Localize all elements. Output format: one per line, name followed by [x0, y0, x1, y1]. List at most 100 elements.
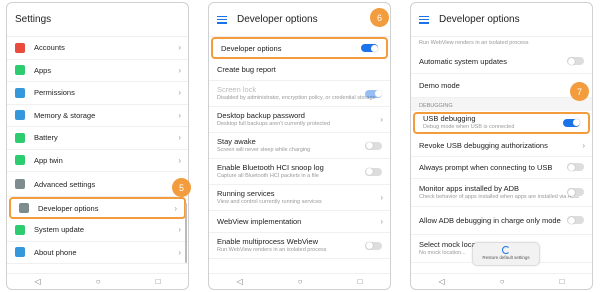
chevron-right-icon: › [178, 43, 181, 53]
developer-options-debug-screen: Developer options Run WebView renders in… [410, 2, 593, 290]
home-icon[interactable]: ○ [96, 277, 101, 286]
dev-option-sub: Run WebView renders in an isolated proce… [217, 247, 327, 254]
dev-option-sub: Desktop full backups aren't currently pr… [217, 121, 330, 128]
dev-header: Developer options [411, 3, 592, 37]
toggle-switch[interactable] [365, 89, 382, 98]
dev-option-text: Developer options [221, 44, 281, 53]
dev-option-row[interactable]: WebView implementation › [209, 211, 390, 233]
toast-label: Restore default settings [482, 255, 530, 260]
settings-item[interactable]: Developer options › [9, 197, 186, 219]
settings-item[interactable]: Permissions › [7, 82, 188, 105]
settings-item[interactable]: Battery › [7, 127, 188, 150]
settings-item[interactable]: Apps › [7, 60, 188, 82]
toggle-switch[interactable] [365, 141, 382, 150]
recent-apps-icon[interactable]: □ [358, 277, 363, 286]
gear-icon [15, 179, 25, 189]
settings-item[interactable]: Accounts › [7, 37, 188, 60]
toggle-switch[interactable] [567, 188, 584, 197]
dev-option-label: Developer options [221, 43, 282, 53]
dev-option-row[interactable]: Developer options [211, 37, 388, 59]
settings-header: Settings [7, 3, 188, 37]
developer-icon [19, 203, 29, 213]
recent-apps-icon[interactable]: □ [560, 277, 565, 286]
dev-option-label: Desktop backup password [217, 111, 305, 121]
home-icon[interactable]: ○ [500, 277, 505, 286]
dev-option-row[interactable]: Screen lock Disabled by administrator, en… [209, 81, 390, 107]
chevron-right-icon: › [380, 193, 383, 202]
dev-option-row[interactable]: Monitor apps installed by ADB Check behav… [411, 179, 592, 207]
chevron-right-icon: › [178, 225, 181, 235]
recent-apps-icon[interactable]: □ [156, 277, 161, 286]
dev-option-row[interactable]: Create bug report [209, 59, 390, 81]
dev-option-label: Allow ADB debugging in charge only mode [419, 215, 561, 225]
webview-subtext: Run WebView renders in an isolated proce… [419, 40, 529, 46]
chevron-right-icon: › [178, 110, 181, 120]
dev-option-sub: Screen will never sleep while charging [217, 147, 311, 154]
menu-icon[interactable] [217, 15, 227, 24]
dev-option-row[interactable]: Running services View and control current… [209, 185, 390, 211]
chevron-right-icon: › [178, 133, 181, 143]
dev-option-row[interactable]: Revoke USB debugging authorizations › [411, 135, 592, 157]
chevron-right-icon: › [380, 115, 383, 124]
restore-defaults-toast[interactable]: Restore default settings [473, 243, 539, 265]
settings-item[interactable]: Advanced settings› [7, 172, 188, 197]
dev-option-row[interactable]: Enable multiprocess WebView Run WebView r… [209, 233, 390, 259]
settings-item[interactable]: Memory & storage › [7, 105, 188, 127]
dev-option-row[interactable]: Enable Bluetooth HCI snoop log Capture al… [209, 159, 390, 185]
chevron-right-icon: › [178, 155, 181, 165]
dev-option-row[interactable]: Demo mode [411, 74, 592, 98]
dev-option-row[interactable]: Always prompt when connecting to USB [411, 157, 592, 179]
usb-debugging-row[interactable]: USB debugging Debug mode when USB is con… [413, 111, 590, 134]
settings-item[interactable]: System update › [7, 219, 188, 242]
toggle-switch[interactable] [567, 163, 584, 172]
developer-options-screen: Developer options Developer options Creat… [208, 2, 391, 290]
dev-option-text: Enable Bluetooth HCI snoop log Capture al… [217, 163, 324, 180]
back-icon[interactable]: ◁ [237, 277, 243, 286]
storage-icon [15, 110, 25, 121]
info-icon [15, 247, 25, 258]
usb-debugging-sub: Debug mode when USB is connected [423, 124, 515, 131]
menu-icon[interactable] [419, 15, 429, 24]
dev-option-sub: Disabled by administrator, encryption po… [217, 95, 376, 102]
back-icon[interactable]: ◁ [35, 277, 41, 286]
page-title: Developer options [237, 14, 318, 25]
chevron-right-icon: › [582, 140, 585, 150]
dev-option-label: Revoke USB debugging authorizations [419, 140, 548, 150]
nav-bar: ◁ ○ □ [7, 273, 188, 289]
toggle-switch[interactable] [567, 216, 584, 225]
dev-option-row[interactable]: Automatic system updates [411, 50, 592, 74]
dev-option-row[interactable]: Desktop backup password Desktop full back… [209, 107, 390, 133]
dev-option-sub: Capture all Bluetooth HCI packets in a f… [217, 173, 319, 180]
dev-option-label: Always prompt when connecting to USB [419, 162, 553, 172]
debugging-section-header: DEBUGGING [411, 97, 592, 111]
usb-debugging-toggle[interactable] [563, 118, 580, 127]
back-icon[interactable]: ◁ [439, 277, 445, 286]
toggle-switch[interactable] [361, 44, 378, 52]
settings-item-label: Permissions [34, 88, 75, 98]
dev-header: Developer options [209, 3, 390, 37]
step-badge-6: 6 [370, 8, 389, 27]
settings-item-label: Developer options [38, 203, 99, 213]
toggle-switch[interactable] [365, 167, 382, 176]
scrollbar[interactable] [185, 203, 187, 263]
chevron-right-icon: › [178, 247, 181, 257]
toggle-switch[interactable] [567, 57, 584, 66]
dev-option-text: Allow ADB debugging in charge only mode [419, 216, 561, 225]
dev-option-text: Screen lock Disabled by administrator, en… [217, 85, 376, 102]
nav-bar: ◁ ○ □ [209, 273, 390, 289]
dev-option-row[interactable]: Stay awake Screen will never sleep while … [209, 133, 390, 159]
dev-option-text: Create bug report [217, 65, 276, 74]
settings-item-label: About phone [34, 247, 77, 257]
toggle-switch[interactable] [365, 241, 382, 250]
dev-option-text: Running services View and control current… [217, 189, 322, 206]
update-icon [15, 224, 25, 235]
chevron-right-icon: › [178, 65, 181, 75]
settings-item[interactable]: App twin › [7, 150, 188, 172]
home-icon[interactable]: ○ [298, 277, 303, 286]
settings-item[interactable]: About phone › [7, 242, 188, 264]
dev-option-label: Enable Bluetooth HCI snoop log [217, 163, 324, 173]
dev-option-text: Monitor apps installed by ADB Check behav… [419, 184, 579, 201]
dev-option-row[interactable]: Allow ADB debugging in charge only mode [411, 207, 592, 235]
dev-option-label: Enable multiprocess WebView [217, 237, 319, 247]
settings-item-label: Memory & storage [34, 110, 96, 120]
